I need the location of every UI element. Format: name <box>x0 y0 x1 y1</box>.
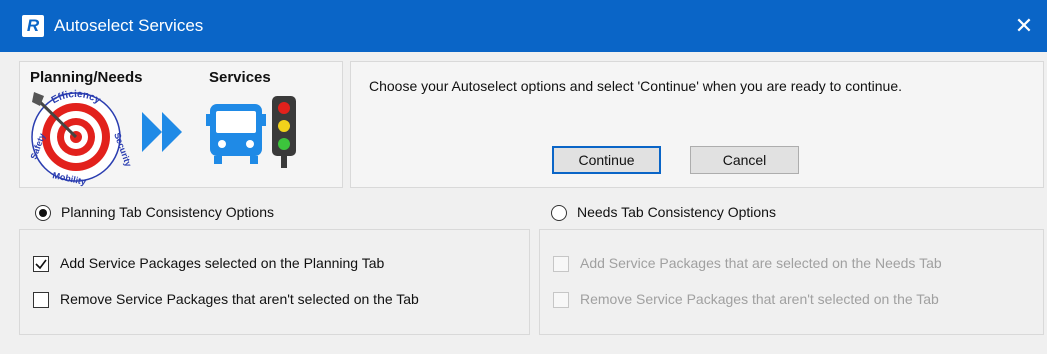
planning-remove-label: Remove Service Packages that aren't sele… <box>60 291 419 307</box>
app-logo-icon: R <box>22 15 44 37</box>
close-icon[interactable]: ✕ <box>1001 0 1047 52</box>
autoselect-dialog: R Autoselect Services ✕ Planning/Needs S… <box>0 0 1047 354</box>
bus-icon <box>206 104 266 164</box>
planning-option-radio[interactable]: Planning Tab Consistency Options <box>35 204 355 223</box>
needs-add-label: Add Service Packages that are selected o… <box>580 255 942 271</box>
logo-panel: Planning/Needs Services Efficiency Secur… <box>19 61 343 188</box>
planning-options-group: Add Service Packages selected on the Pla… <box>19 229 530 335</box>
needs-remove-checkbox[interactable] <box>553 292 569 308</box>
window-title: Autoselect Services <box>54 16 204 35</box>
continue-button[interactable]: Continue <box>552 146 661 174</box>
needs-radio-button[interactable] <box>551 205 567 221</box>
target-with-dart-icon: Efficiency Security Safety Mobility <box>28 89 133 187</box>
instruction-text: Choose your Autoselect options and selec… <box>369 78 903 94</box>
double-arrow-icon <box>142 112 182 152</box>
planning-option-label: Planning Tab Consistency Options <box>61 204 274 220</box>
planning-radio-button[interactable] <box>35 205 51 221</box>
checkmark-icon <box>35 259 47 270</box>
traffic-light-icon <box>272 96 296 168</box>
planning-add-checkbox[interactable] <box>33 256 49 272</box>
logo-graphic: Efficiency Security Safety Mobility <box>28 89 296 187</box>
planning-remove-checkbox[interactable] <box>33 292 49 308</box>
cancel-button[interactable]: Cancel <box>690 146 799 174</box>
title-bar: R Autoselect Services ✕ <box>0 0 1047 52</box>
message-panel: Choose your Autoselect options and selec… <box>350 61 1044 188</box>
needs-options-group: Add Service Packages that are selected o… <box>539 229 1044 335</box>
planning-add-label: Add Service Packages selected on the Pla… <box>60 255 385 271</box>
needs-option-radio[interactable]: Needs Tab Consistency Options <box>551 204 871 223</box>
needs-option-label: Needs Tab Consistency Options <box>577 204 776 220</box>
needs-add-checkbox[interactable] <box>553 256 569 272</box>
needs-remove-label: Remove Service Packages that aren't sele… <box>580 291 939 307</box>
